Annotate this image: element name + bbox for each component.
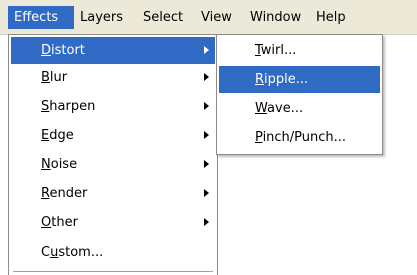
- menu-item-label: Other: [41, 215, 78, 230]
- menu-item-label: Ripple...: [255, 72, 309, 87]
- menu-item-blur[interactable]: Blur: [11, 64, 215, 91]
- menu-item-label: Twirl...: [255, 43, 297, 58]
- menu-help[interactable]: Help: [310, 6, 352, 29]
- submenu-arrow-icon: [204, 102, 209, 110]
- submenu-arrow-icon: [204, 46, 209, 54]
- menu-item-custom[interactable]: Custom...: [11, 239, 215, 266]
- menu-window[interactable]: Window: [244, 6, 307, 29]
- menu-select[interactable]: Select: [137, 6, 189, 29]
- menu-item-other[interactable]: Other: [11, 209, 215, 236]
- menu-item-distort[interactable]: Distort: [11, 37, 215, 64]
- distort-submenu: Twirl... Ripple... Wave... Pinch/Punch..…: [216, 34, 383, 155]
- submenu-arrow-icon: [204, 131, 209, 139]
- menu-item-wave[interactable]: Wave...: [219, 95, 380, 122]
- menu-item-ripple[interactable]: Ripple...: [219, 66, 380, 93]
- menu-layers[interactable]: Layers: [74, 6, 129, 29]
- menu-item-label: Distort: [41, 43, 85, 58]
- submenu-arrow-icon: [204, 73, 209, 81]
- menu-item-noise[interactable]: Noise: [11, 151, 215, 178]
- menu-item-label: Edge: [41, 128, 74, 143]
- submenu-arrow-icon: [204, 189, 209, 197]
- submenu-arrow-icon: [204, 218, 209, 226]
- menu-item-label: Custom...: [41, 245, 104, 260]
- menu-item-twirl[interactable]: Twirl...: [219, 37, 380, 64]
- menu-item-label: Sharpen: [41, 99, 96, 114]
- menu-item-label: Pinch/Punch...: [255, 130, 347, 145]
- menu-item-sharpen[interactable]: Sharpen: [11, 93, 215, 120]
- menu-item-edge[interactable]: Edge: [11, 122, 215, 149]
- menu-item-label: Wave...: [255, 101, 304, 116]
- menu-item-label: Noise: [41, 157, 78, 172]
- effects-dropdown: Distort Blur Sharpen Edge Noise Render O…: [8, 34, 218, 275]
- menu-effects[interactable]: Effects: [8, 6, 74, 29]
- menu-item-label: Render: [41, 186, 88, 201]
- menu-view[interactable]: View: [195, 6, 238, 29]
- menu-item-pinch-punch[interactable]: Pinch/Punch...: [219, 124, 380, 151]
- menu-item-render[interactable]: Render: [11, 180, 215, 207]
- submenu-arrow-icon: [204, 160, 209, 168]
- menu-bar: Effects Layers Select View Window Help: [0, 0, 417, 35]
- menu-item-label: Blur: [41, 70, 68, 85]
- menu-separator: [13, 271, 213, 272]
